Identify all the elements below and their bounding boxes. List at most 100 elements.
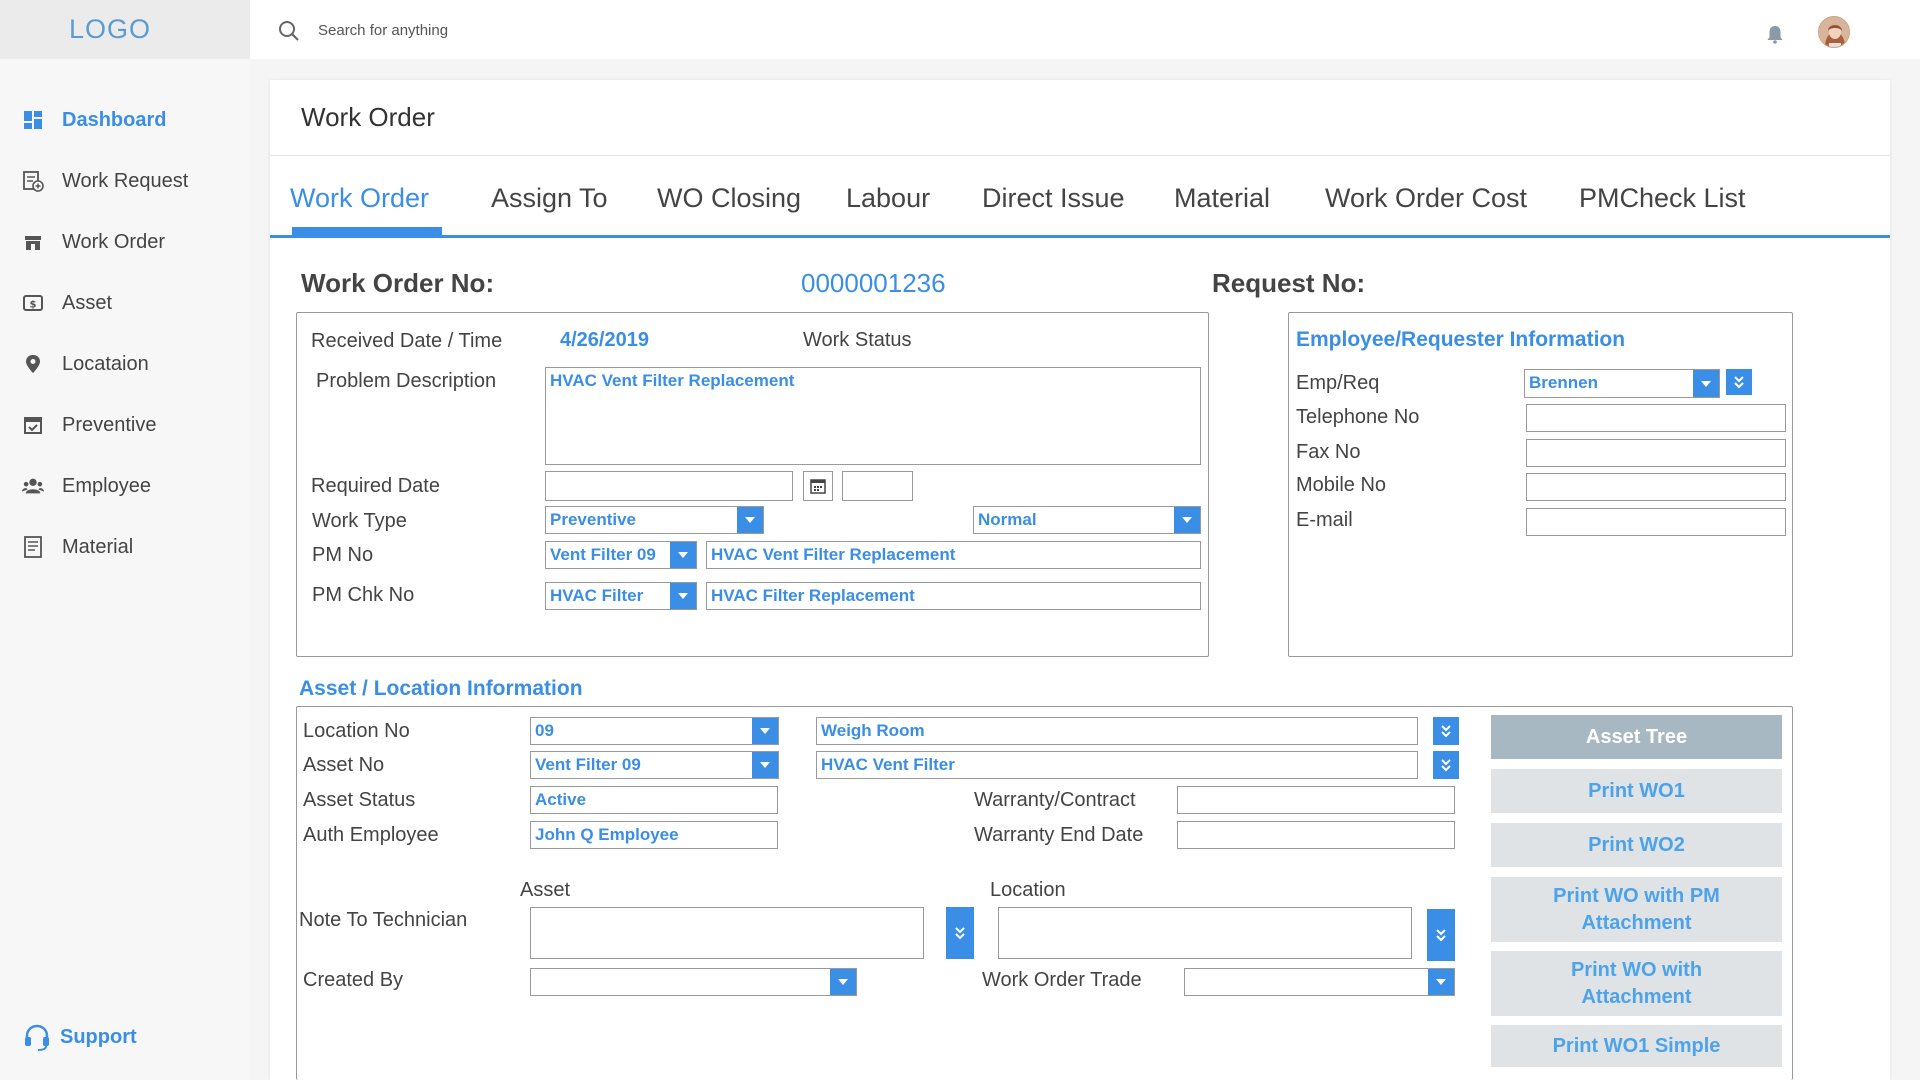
chevron-down-icon[interactable] xyxy=(1693,370,1719,397)
double-chevron-down-icon xyxy=(1441,759,1451,772)
work-order-card: Work Order Work Order Assign To WO Closi… xyxy=(270,80,1890,1080)
priority-dropdown[interactable]: Normal xyxy=(973,506,1201,534)
asset-no-dropdown[interactable]: Vent Filter 09 xyxy=(530,751,779,779)
calendar-icon xyxy=(810,479,826,494)
asset-status-field[interactable]: Active xyxy=(530,786,778,814)
pm-chk-no-dropdown[interactable]: HVAC Filter xyxy=(545,582,697,610)
note-asset-lookup-button[interactable] xyxy=(946,907,974,959)
pm-chk-description-field[interactable]: HVAC Filter Replacement xyxy=(706,582,1201,610)
auth-employee-field[interactable]: John Q Employee xyxy=(530,821,778,849)
pm-no-value: Vent Filter 09 xyxy=(550,545,656,564)
topbar: Search for anything xyxy=(250,0,1920,59)
email-field[interactable] xyxy=(1526,508,1786,536)
asset-description-field[interactable]: HVAC Vent Filter xyxy=(816,751,1418,779)
sidebar-item-label: Employee xyxy=(62,474,151,497)
asset-section-title: Asset / Location Information xyxy=(299,677,583,700)
chevron-down-icon[interactable] xyxy=(1428,969,1454,995)
location-pin-icon xyxy=(22,353,44,375)
asset-no-value: Vent Filter 09 xyxy=(535,755,641,774)
chevron-down-icon[interactable] xyxy=(752,718,778,744)
sidebar-item-employee[interactable]: Employee xyxy=(0,466,250,506)
sidebar-item-location[interactable]: Locataion xyxy=(0,344,250,384)
sidebar-item-label: Work Request xyxy=(62,169,189,192)
sidebar-item-work-request[interactable]: Work Request xyxy=(0,161,250,201)
sidebar-item-work-order[interactable]: Work Order xyxy=(0,222,250,262)
logo[interactable]: LOGO xyxy=(0,0,250,59)
search-icon[interactable] xyxy=(278,20,300,47)
wo-no-value: 0000001236 xyxy=(801,268,946,298)
pm-chk-no-value: HVAC Filter xyxy=(550,586,644,605)
tab-work-order[interactable]: Work Order xyxy=(290,183,429,214)
note-location-field[interactable] xyxy=(998,907,1412,959)
print-wo2-button[interactable]: Print WO2 xyxy=(1491,823,1782,867)
asset-tree-button[interactable]: Asset Tree xyxy=(1491,715,1782,759)
warranty-end-field[interactable] xyxy=(1177,821,1455,849)
dashboard-icon xyxy=(22,109,44,131)
tab-assign-to[interactable]: Assign To xyxy=(491,183,608,214)
priority-value: Normal xyxy=(978,510,1037,529)
chevron-down-icon[interactable] xyxy=(670,542,696,568)
tab-material[interactable]: Material xyxy=(1174,183,1270,214)
search-input[interactable]: Search for anything xyxy=(318,22,448,39)
telephone-field[interactable] xyxy=(1526,404,1786,432)
chevron-down-icon[interactable] xyxy=(737,507,763,533)
fax-field[interactable] xyxy=(1526,439,1786,467)
chevron-down-icon[interactable] xyxy=(830,969,856,995)
work-status-label: Work Status xyxy=(803,329,912,351)
date-picker-button[interactable] xyxy=(803,471,833,501)
print-wo-pm-attachment-button[interactable]: Print WO with PM Attachment xyxy=(1491,877,1782,942)
sidebar-item-material[interactable]: Material xyxy=(0,527,250,567)
work-type-label: Work Type xyxy=(312,510,407,532)
work-order-trade-dropdown[interactable] xyxy=(1184,968,1455,996)
sidebar: Dashboard Work Request Work Order $ Asse… xyxy=(0,59,250,1080)
required-date-field[interactable] xyxy=(545,471,793,501)
location-no-value: 09 xyxy=(535,721,554,740)
bell-icon[interactable] xyxy=(1766,24,1784,49)
pm-no-label: PM No xyxy=(312,544,374,566)
mobile-field[interactable] xyxy=(1526,473,1786,501)
avatar[interactable] xyxy=(1818,16,1850,48)
work-type-value: Preventive xyxy=(550,510,636,529)
print-wo-attachment-button[interactable]: Print WO with Attachment xyxy=(1491,951,1782,1016)
sidebar-item-label: Work Order xyxy=(62,230,165,253)
note-asset-label: Asset xyxy=(520,879,571,901)
location-no-dropdown[interactable]: 09 xyxy=(530,717,779,745)
warranty-label: Warranty/Contract xyxy=(974,789,1136,811)
problem-description-field[interactable]: HVAC Vent Filter Replacement xyxy=(545,367,1201,465)
emp-req-dropdown[interactable]: Brennen xyxy=(1524,369,1720,398)
print-wo1-button[interactable]: Print WO1 xyxy=(1491,769,1782,813)
sidebar-item-label: Asset xyxy=(62,291,113,314)
note-location-lookup-button[interactable] xyxy=(1427,909,1455,961)
work-order-trade-label: Work Order Trade xyxy=(982,969,1142,991)
created-by-dropdown[interactable] xyxy=(530,968,857,996)
print-wo1-simple-button[interactable]: Print WO1 Simple xyxy=(1491,1025,1782,1067)
double-chevron-down-icon xyxy=(1436,929,1446,942)
sidebar-item-preventive[interactable]: Preventive xyxy=(0,405,250,445)
note-to-technician-label: Note To Technician xyxy=(299,909,468,931)
required-time-field[interactable] xyxy=(842,471,913,501)
created-by-label: Created By xyxy=(303,969,404,991)
sidebar-item-dashboard[interactable]: Dashboard xyxy=(0,100,250,140)
pm-no-description-field[interactable]: HVAC Vent Filter Replacement xyxy=(706,541,1201,569)
note-asset-field[interactable] xyxy=(530,907,924,959)
tab-direct-issue[interactable]: Direct Issue xyxy=(982,183,1125,214)
tab-wo-closing[interactable]: WO Closing xyxy=(657,183,801,214)
sidebar-item-asset[interactable]: $ Asset xyxy=(0,283,250,323)
location-description-field[interactable]: Weigh Room xyxy=(816,717,1418,745)
chevron-down-icon[interactable] xyxy=(1174,507,1200,533)
chevron-down-icon[interactable] xyxy=(752,752,778,778)
received-label: Received Date / Time xyxy=(311,330,503,352)
email-label: E-mail xyxy=(1296,509,1353,531)
tab-pmcheck-list[interactable]: PMCheck List xyxy=(1579,183,1746,214)
chevron-down-icon[interactable] xyxy=(670,583,696,609)
asset-lookup-button[interactable] xyxy=(1433,751,1459,779)
tab-work-order-cost[interactable]: Work Order Cost xyxy=(1325,183,1527,214)
emp-lookup-button[interactable] xyxy=(1726,369,1752,395)
tab-labour[interactable]: Labour xyxy=(846,183,930,214)
location-lookup-button[interactable] xyxy=(1433,717,1459,745)
telephone-label: Telephone No xyxy=(1296,406,1420,428)
work-type-dropdown[interactable]: Preventive xyxy=(545,506,764,534)
warranty-field[interactable] xyxy=(1177,786,1455,814)
pm-no-dropdown[interactable]: Vent Filter 09 xyxy=(545,541,697,569)
support-link[interactable]: Support xyxy=(22,1022,137,1052)
